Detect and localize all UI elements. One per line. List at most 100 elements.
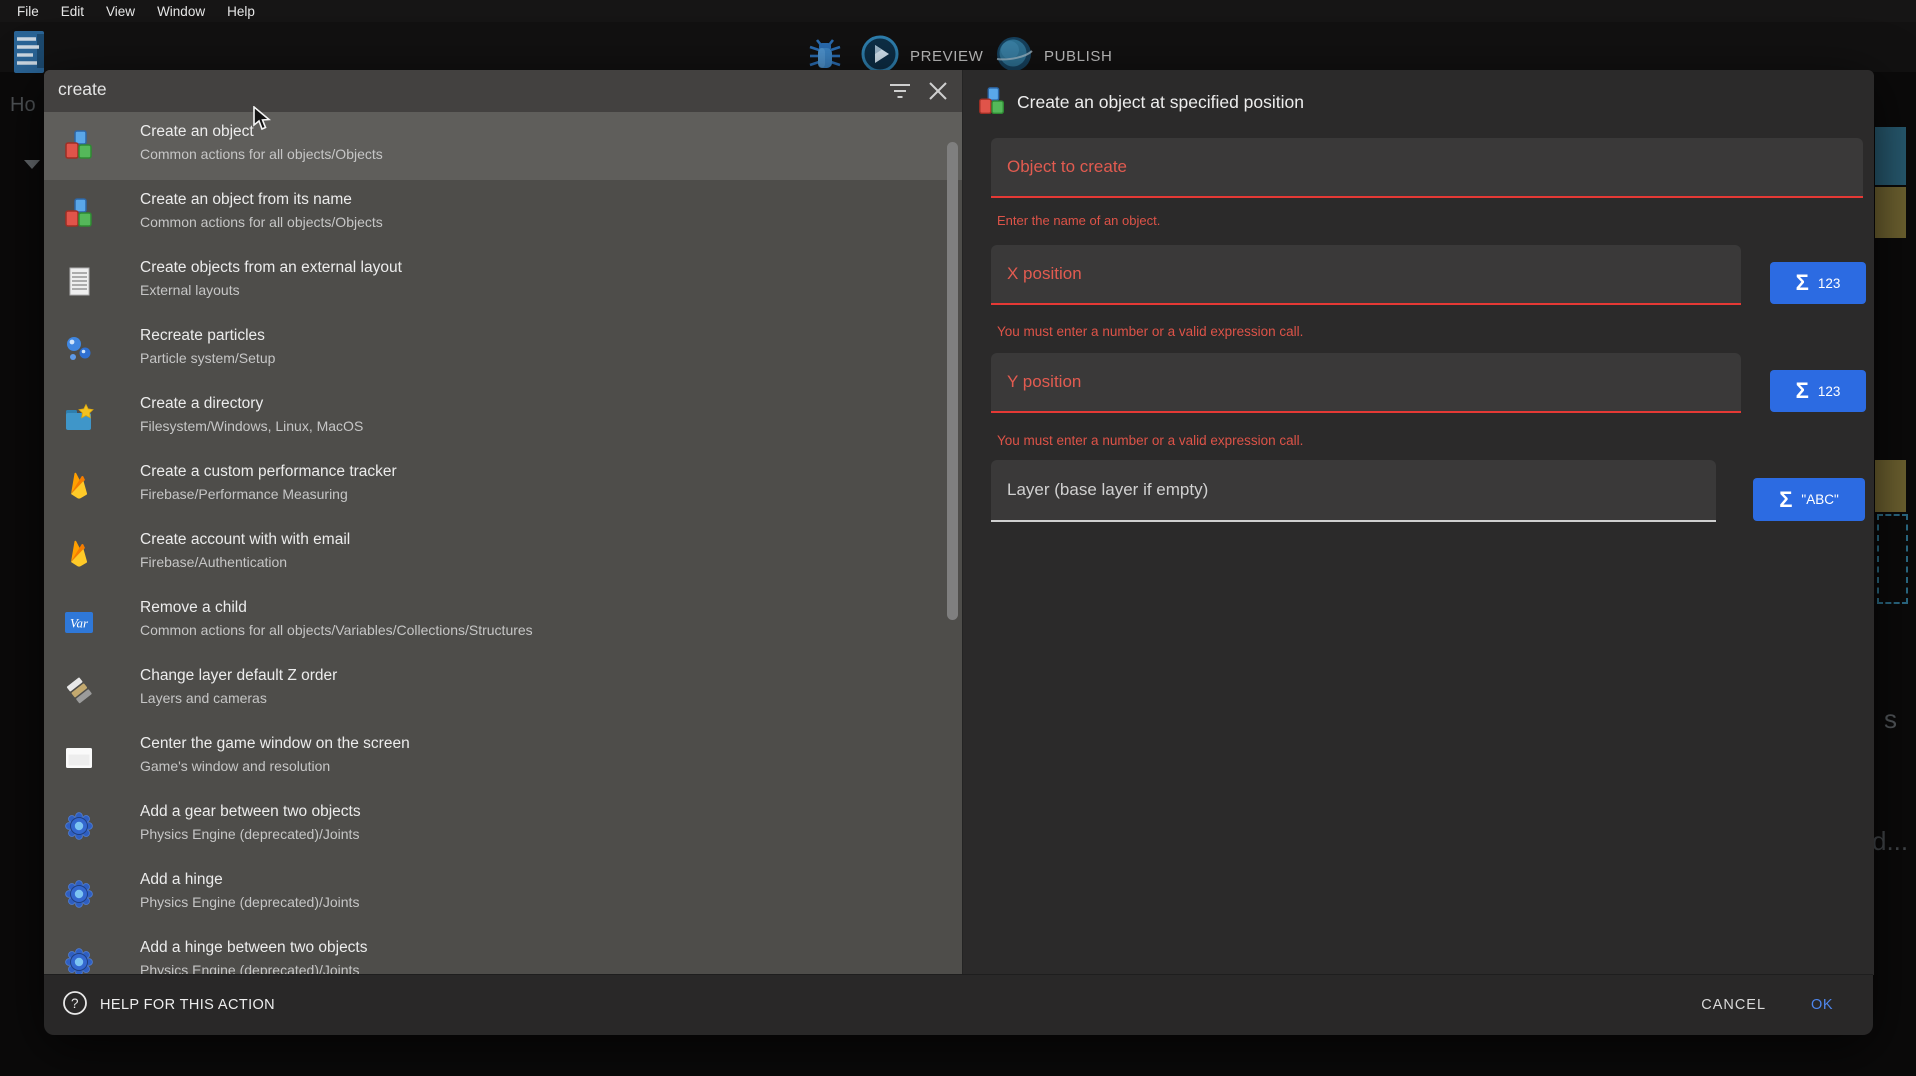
action-title: Center the game window on the screen — [140, 735, 410, 753]
firebase-icon — [62, 537, 96, 571]
menu-bar: FileEditViewWindowHelp — [0, 0, 1916, 22]
folder-star-icon — [62, 401, 96, 435]
layer-field[interactable]: Layer (base layer if empty) — [991, 460, 1716, 522]
action-list: Create an object Common actions for all o… — [44, 112, 962, 975]
svg-text:?: ? — [71, 996, 79, 1011]
app-menu-icon[interactable] — [12, 28, 48, 81]
action-subtitle: Physics Engine (deprecated)/Joints — [140, 826, 359, 842]
firebase-icon — [62, 469, 96, 503]
action-list-item[interactable]: Add a gear between two objects Physics En… — [44, 792, 962, 860]
objects-cubes-icon — [62, 197, 96, 231]
action-list-item[interactable]: Add a hinge Physics Engine (deprecated)/J… — [44, 860, 962, 928]
action-subtitle: Game's window and resolution — [140, 758, 330, 774]
object-to-create-field[interactable]: Object to create — [991, 138, 1863, 198]
background-text-fragment: s — [1884, 704, 1897, 735]
background-object-thumb — [1875, 127, 1906, 185]
close-icon[interactable] — [927, 81, 949, 101]
home-tab: Ho — [10, 94, 36, 117]
chevron-down-icon[interactable] — [24, 160, 40, 169]
cancel-button[interactable]: CANCEL — [1701, 997, 1766, 1013]
action-subtitle: Layers and cameras — [140, 690, 267, 706]
action-title: Change layer default Z order — [140, 667, 337, 685]
menu-help[interactable]: Help — [216, 4, 266, 19]
action-title: Recreate particles — [140, 327, 265, 345]
sigma-icon: Σ — [1779, 489, 1792, 511]
preview-label: PREVIEW — [910, 48, 983, 65]
background-object-thumb — [1875, 460, 1906, 512]
action-subtitle: External layouts — [140, 282, 240, 298]
objects-cubes-icon — [62, 129, 96, 163]
action-list-item[interactable]: Create a directory Filesystem/Windows, Li… — [44, 384, 962, 452]
action-title: Create account with with email — [140, 531, 350, 549]
variable-icon: Var — [62, 605, 96, 639]
x-expression-button[interactable]: Σ 123 — [1770, 262, 1866, 304]
action-parameters-panel: Create an object at specified position O… — [962, 70, 1874, 975]
x-field-label: X position — [1007, 264, 1082, 284]
menu-file[interactable]: File — [6, 4, 50, 19]
action-subtitle: Physics Engine (deprecated)/Joints — [140, 894, 359, 910]
y-position-field[interactable]: Y position — [991, 353, 1741, 413]
action-list-item[interactable]: Change layer default Z order Layers and c… — [44, 656, 962, 724]
ok-button[interactable]: OK — [1811, 997, 1833, 1013]
physics-joint-icon — [62, 945, 96, 975]
action-title: Remove a child — [140, 599, 247, 617]
dialog-footer: ? HELP FOR THIS ACTION CANCEL OK — [44, 974, 1873, 1035]
layer-field-label: Layer (base layer if empty) — [1007, 480, 1208, 500]
action-list-item[interactable]: Create an object Common actions for all o… — [44, 112, 962, 180]
action-list-item[interactable]: Center the game window on the screen Game… — [44, 724, 962, 792]
action-title: Add a hinge between two objects — [140, 939, 368, 957]
action-list-item[interactable]: Create account with with email Firebase/A… — [44, 520, 962, 588]
action-list-item[interactable]: Create a custom performance tracker Fireb… — [44, 452, 962, 520]
action-subtitle: Filesystem/Windows, Linux, MacOS — [140, 418, 363, 434]
search-input[interactable]: create — [58, 79, 107, 100]
help-button[interactable]: ? HELP FOR THIS ACTION — [62, 990, 275, 1020]
background-selection-outline — [1877, 514, 1908, 604]
action-list-item[interactable]: Add a hinge between two objectsPhysics E… — [44, 928, 962, 975]
x-position-field[interactable]: X position — [991, 245, 1741, 305]
menu-view[interactable]: View — [95, 4, 146, 19]
menu-edit[interactable]: Edit — [50, 4, 95, 19]
x-field-error: You must enter a number or a valid expre… — [997, 324, 1303, 339]
action-subtitle: Firebase/Authentication — [140, 554, 287, 570]
action-title: Add a hinge — [140, 871, 223, 889]
objects-cubes-icon — [976, 86, 1008, 118]
help-question-icon: ? — [62, 990, 88, 1020]
physics-joint-icon — [62, 877, 96, 911]
app-window: FileEditViewWindowHelp — [0, 0, 1916, 1076]
y-expression-button[interactable]: Σ 123 — [1770, 370, 1866, 412]
svg-text:Var: Var — [70, 616, 89, 631]
action-search-bar[interactable]: create — [44, 70, 962, 112]
action-subtitle: Firebase/Performance Measuring — [140, 486, 348, 502]
layers-icon — [62, 673, 96, 707]
action-list-item[interactable]: Create objects from an external layout Ex… — [44, 248, 962, 316]
background-object-thumb — [1875, 187, 1906, 238]
window-icon — [62, 741, 96, 775]
sigma-icon: Σ — [1796, 380, 1809, 402]
sigma-icon: Σ — [1796, 272, 1809, 294]
action-subtitle: Common actions for all objects/Variables… — [140, 622, 533, 638]
layer-expression-button[interactable]: Σ "ABC" — [1753, 478, 1865, 521]
object-field-label: Object to create — [1007, 157, 1127, 177]
action-list-item[interactable]: Recreate particles Particle system/Setup — [44, 316, 962, 384]
physics-joint-icon — [62, 809, 96, 843]
help-label: HELP FOR THIS ACTION — [100, 997, 275, 1013]
action-list-item[interactable]: Var Remove a child Common actions for all … — [44, 588, 962, 656]
action-title: Add a gear between two objects — [140, 803, 361, 821]
action-title: Create an object — [140, 123, 254, 141]
dialog-title: Create an object at specified position — [1017, 92, 1304, 113]
action-subtitle: Common actions for all objects/Objects — [140, 146, 383, 162]
publish-label: PUBLISH — [1044, 48, 1112, 65]
action-title: Create objects from an external layout — [140, 259, 402, 277]
action-title: Create an object from its name — [140, 191, 352, 209]
filter-icon[interactable] — [888, 82, 912, 100]
particles-icon — [62, 333, 96, 367]
action-title: Create a directory — [140, 395, 263, 413]
action-list-item[interactable]: Create an object from its name Common act… — [44, 180, 962, 248]
menu-window[interactable]: Window — [146, 4, 216, 19]
action-subtitle: Common actions for all objects/Objects — [140, 214, 383, 230]
action-search-panel: create Create an object Common actions fo… — [44, 70, 962, 975]
scrollbar-thumb[interactable] — [947, 142, 958, 620]
object-field-helper: Enter the name of an object. — [997, 213, 1160, 228]
action-subtitle: Particle system/Setup — [140, 350, 275, 366]
action-title: Create a custom performance tracker — [140, 463, 397, 481]
